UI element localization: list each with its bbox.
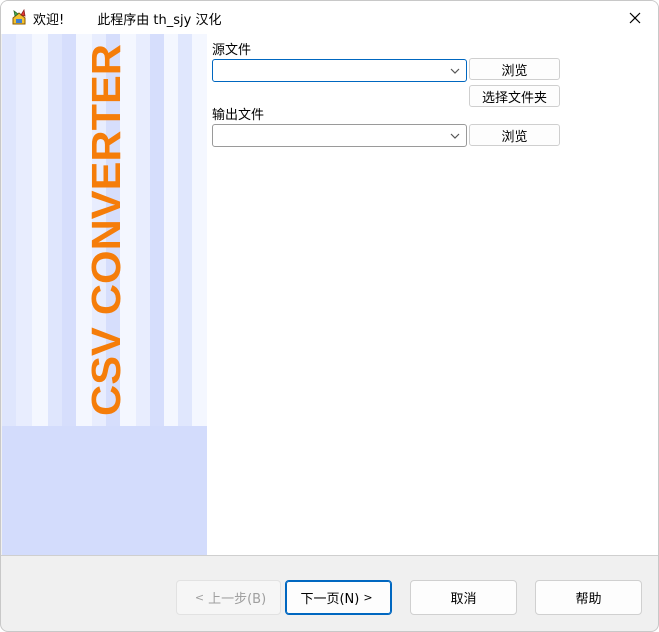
- next-button-label: 下一页(N): [300, 592, 360, 607]
- back-button-label: 上一步(B): [208, 592, 267, 607]
- wizard-content: CSV CONVERTER 源文件 浏览 选择文件夹 输出文件 浏览: [2, 34, 658, 555]
- title-bar: 欢迎! 此程序由 th_sjy 汉化: [1, 1, 658, 34]
- close-button[interactable]: [612, 1, 658, 34]
- help-button[interactable]: 帮助: [535, 580, 642, 615]
- cancel-button[interactable]: 取消: [410, 580, 517, 615]
- window-title: 欢迎! 此程序由 th_sjy 汉化: [33, 13, 222, 28]
- output-browse-button[interactable]: 浏览: [469, 124, 560, 146]
- chevron-right-icon: >: [363, 591, 373, 604]
- close-icon: [629, 12, 641, 23]
- source-file-label: 源文件: [212, 43, 252, 58]
- banner-title: CSV CONVERTER: [84, 44, 128, 416]
- footer-separator: [1, 555, 658, 556]
- output-file-label: 输出文件: [212, 108, 265, 123]
- banner-logo-text: CSV CONVERTER: [84, 44, 128, 416]
- chevron-down-icon: [450, 68, 460, 74]
- app-icon: [10, 8, 28, 26]
- source-file-combobox[interactable]: [212, 59, 467, 82]
- next-button[interactable]: 下一页(N) >: [285, 580, 392, 615]
- source-browse-button[interactable]: 浏览: [469, 58, 560, 80]
- back-button[interactable]: < 上一步(B): [176, 580, 281, 615]
- chevron-down-icon: [450, 133, 460, 139]
- chevron-left-icon: <: [194, 591, 205, 604]
- output-file-combobox[interactable]: [212, 124, 467, 147]
- converter-wizard-window: 欢迎! 此程序由 th_sjy 汉化 CSV CONVERTER 源文件 浏览 …: [0, 0, 659, 632]
- select-folder-button[interactable]: 选择文件夹: [469, 85, 560, 107]
- side-banner: CSV CONVERTER: [2, 34, 207, 555]
